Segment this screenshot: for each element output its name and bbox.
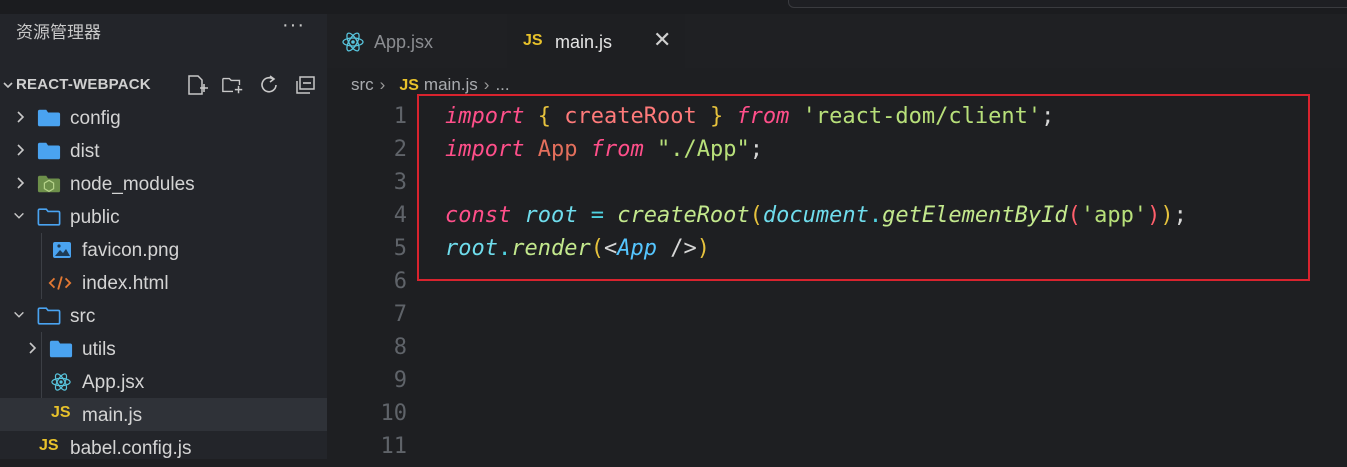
tree-item-main-js[interactable]: JS main.js [0, 398, 327, 431]
line-number: 10 [380, 401, 408, 426]
js-icon: JS [39, 437, 59, 454]
tree-item-public[interactable]: public [0, 200, 327, 233]
folder-icon [37, 142, 61, 160]
more-actions-icon[interactable]: ··· [282, 14, 305, 37]
line-number: 8 [393, 335, 407, 360]
tree-item-label: public [70, 207, 120, 228]
command-center[interactable] [788, 0, 1347, 8]
tree-item-node-modules[interactable]: node_modules [0, 167, 327, 200]
tree-item-label: utils [82, 339, 116, 360]
editor-tabs: App.jsx JS main.js ✕ [327, 14, 1347, 68]
tab-label: main.js [555, 32, 613, 52]
breadcrumb: src › JS main.js ›... [351, 75, 510, 94]
folder-open-icon [37, 208, 61, 226]
highlight-box [417, 94, 1310, 281]
close-icon[interactable]: ✕ [653, 27, 671, 53]
line-number: 4 [393, 203, 407, 228]
new-folder-icon[interactable] [221, 74, 245, 96]
breadcrumb-file[interactable]: main.js [424, 75, 478, 94]
explorer-title: 资源管理器 [16, 23, 101, 42]
tree-item-favicon[interactable]: favicon.png [0, 233, 327, 266]
tree-item-label: dist [70, 141, 100, 162]
js-icon: JS [399, 77, 419, 94]
react-icon [342, 32, 364, 52]
line-number: 11 [380, 434, 408, 459]
line-number: 9 [393, 368, 407, 393]
project-header[interactable]: REACT-WEBPACK [0, 68, 327, 102]
chevron-right-icon [17, 177, 25, 189]
chevron-right-icon [17, 144, 25, 156]
refresh-icon[interactable] [258, 74, 282, 96]
tree-item-label: favicon.png [82, 240, 180, 261]
line-number: 2 [393, 137, 407, 162]
line-number: 7 [393, 302, 407, 327]
breadcrumb-more[interactable]: ... [495, 75, 509, 94]
html-file-icon [48, 276, 72, 290]
line-number: 1 [393, 104, 407, 129]
tree-item-label: index.html [82, 273, 169, 294]
tree-item-label: src [70, 306, 96, 327]
node-folder-icon [37, 175, 61, 193]
image-file-icon [53, 242, 71, 258]
tab-app-jsx[interactable]: App.jsx [327, 14, 507, 68]
line-number: 5 [393, 236, 407, 261]
line-number: 3 [393, 170, 407, 195]
tree-item-src[interactable]: src [0, 299, 327, 332]
folder-icon [37, 109, 61, 127]
folder-open-icon [37, 307, 61, 325]
tree-item-label: config [70, 108, 121, 129]
tree-item-label: main.js [82, 405, 143, 426]
chevron-down-icon [14, 212, 24, 219]
project-name: REACT-WEBPACK [16, 76, 151, 93]
collapse-all-icon[interactable] [294, 74, 318, 96]
chevron-right-icon [29, 342, 37, 354]
js-icon: JS [51, 404, 71, 421]
tab-main-js[interactable]: JS main.js ✕ [507, 14, 685, 68]
tree-item-config[interactable]: config [0, 101, 327, 134]
react-icon [51, 373, 71, 391]
breadcrumb-folder[interactable]: src [351, 75, 374, 94]
tree-item-dist[interactable]: dist [0, 134, 327, 167]
tree-item-index-html[interactable]: index.html [0, 266, 327, 299]
tab-label: App.jsx [374, 32, 434, 52]
new-file-icon[interactable] [186, 74, 210, 96]
chevron-down-icon [3, 82, 13, 89]
tree-item-label: babel.config.js [70, 438, 192, 459]
title-strip [0, 0, 1347, 14]
line-number: 6 [393, 269, 407, 294]
tree-item-app-jsx[interactable]: App.jsx [0, 365, 327, 398]
tree-item-label: node_modules [70, 174, 195, 195]
js-icon: JS [523, 32, 543, 49]
tree-item-label: App.jsx [82, 372, 145, 393]
folder-icon [49, 340, 73, 358]
tree-item-utils[interactable]: utils [0, 332, 327, 365]
chevron-down-icon [14, 311, 24, 318]
tree-item-babel-config[interactable]: JS babel.config.js [0, 431, 327, 464]
chevron-right-icon [17, 111, 25, 123]
